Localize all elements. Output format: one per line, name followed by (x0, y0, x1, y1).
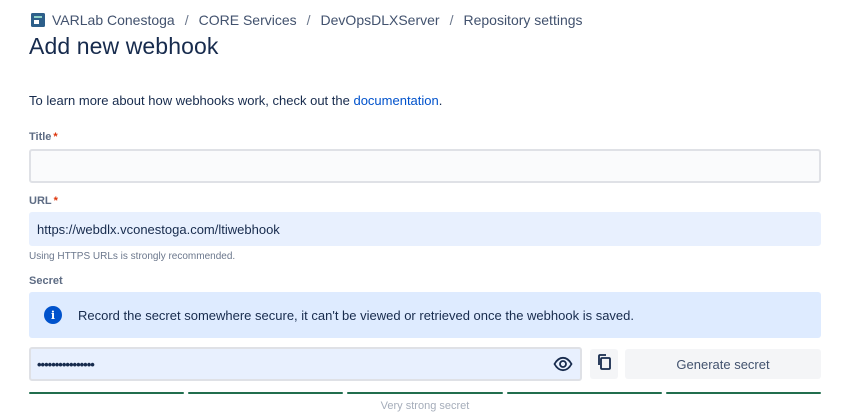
url-field-label: URL * (29, 195, 58, 207)
breadcrumb-item-settings[interactable]: Repository settings (463, 12, 582, 28)
required-mark: * (53, 131, 58, 143)
eye-icon[interactable] (552, 353, 574, 375)
intro-text: To learn more about how webhooks work, c… (29, 93, 442, 108)
strength-segment (188, 392, 344, 394)
title-input[interactable] (29, 149, 821, 183)
strength-segment (347, 392, 503, 394)
secret-input[interactable]: •••••••••••••••• (29, 347, 582, 381)
url-helper-text: Using HTTPS URLs is strongly recommended… (29, 251, 236, 262)
copy-icon (596, 353, 612, 376)
breadcrumb-separator: / (306, 12, 311, 28)
intro-text-body: To learn more about how webhooks work, c… (29, 93, 354, 108)
copy-secret-button[interactable] (590, 349, 618, 379)
secret-info-message: i Record the secret somewhere secure, it… (29, 292, 821, 338)
repo-logo-icon (30, 12, 46, 28)
breadcrumb: VARLab Conestoga / CORE Services / DevOp… (30, 12, 583, 28)
url-input[interactable]: https://webdlx.vconestoga.com/ltiwebhook (29, 212, 821, 246)
intro-text-suffix: . (438, 93, 443, 108)
secret-field-label: Secret (29, 275, 63, 287)
breadcrumb-separator: / (449, 12, 454, 28)
documentation-link[interactable]: documentation (353, 93, 438, 108)
title-field-label: Title * (29, 131, 58, 143)
secret-info-text: Record the secret somewhere secure, it c… (78, 307, 634, 323)
breadcrumb-separator: / (184, 12, 189, 28)
title-label-text: Title (29, 131, 52, 143)
breadcrumb-item-project[interactable]: CORE Services (199, 12, 297, 28)
breadcrumb-item-workspace[interactable]: VARLab Conestoga (52, 12, 175, 28)
url-label-text: URL (29, 195, 52, 207)
required-mark: * (53, 195, 58, 207)
strength-segment (665, 392, 822, 394)
info-icon: i (44, 306, 62, 324)
secret-strength-label: Very strong secret (380, 400, 470, 412)
breadcrumb-item-repository[interactable]: DevOpsDLXServer (321, 12, 440, 28)
generate-secret-button[interactable]: Generate secret (625, 349, 821, 379)
strength-segment (506, 392, 662, 394)
page-title: Add new webhook (29, 33, 219, 59)
secret-strength-meter (29, 392, 822, 394)
strength-segment (29, 392, 185, 394)
secret-masked-value: •••••••••••••••• (37, 356, 95, 372)
